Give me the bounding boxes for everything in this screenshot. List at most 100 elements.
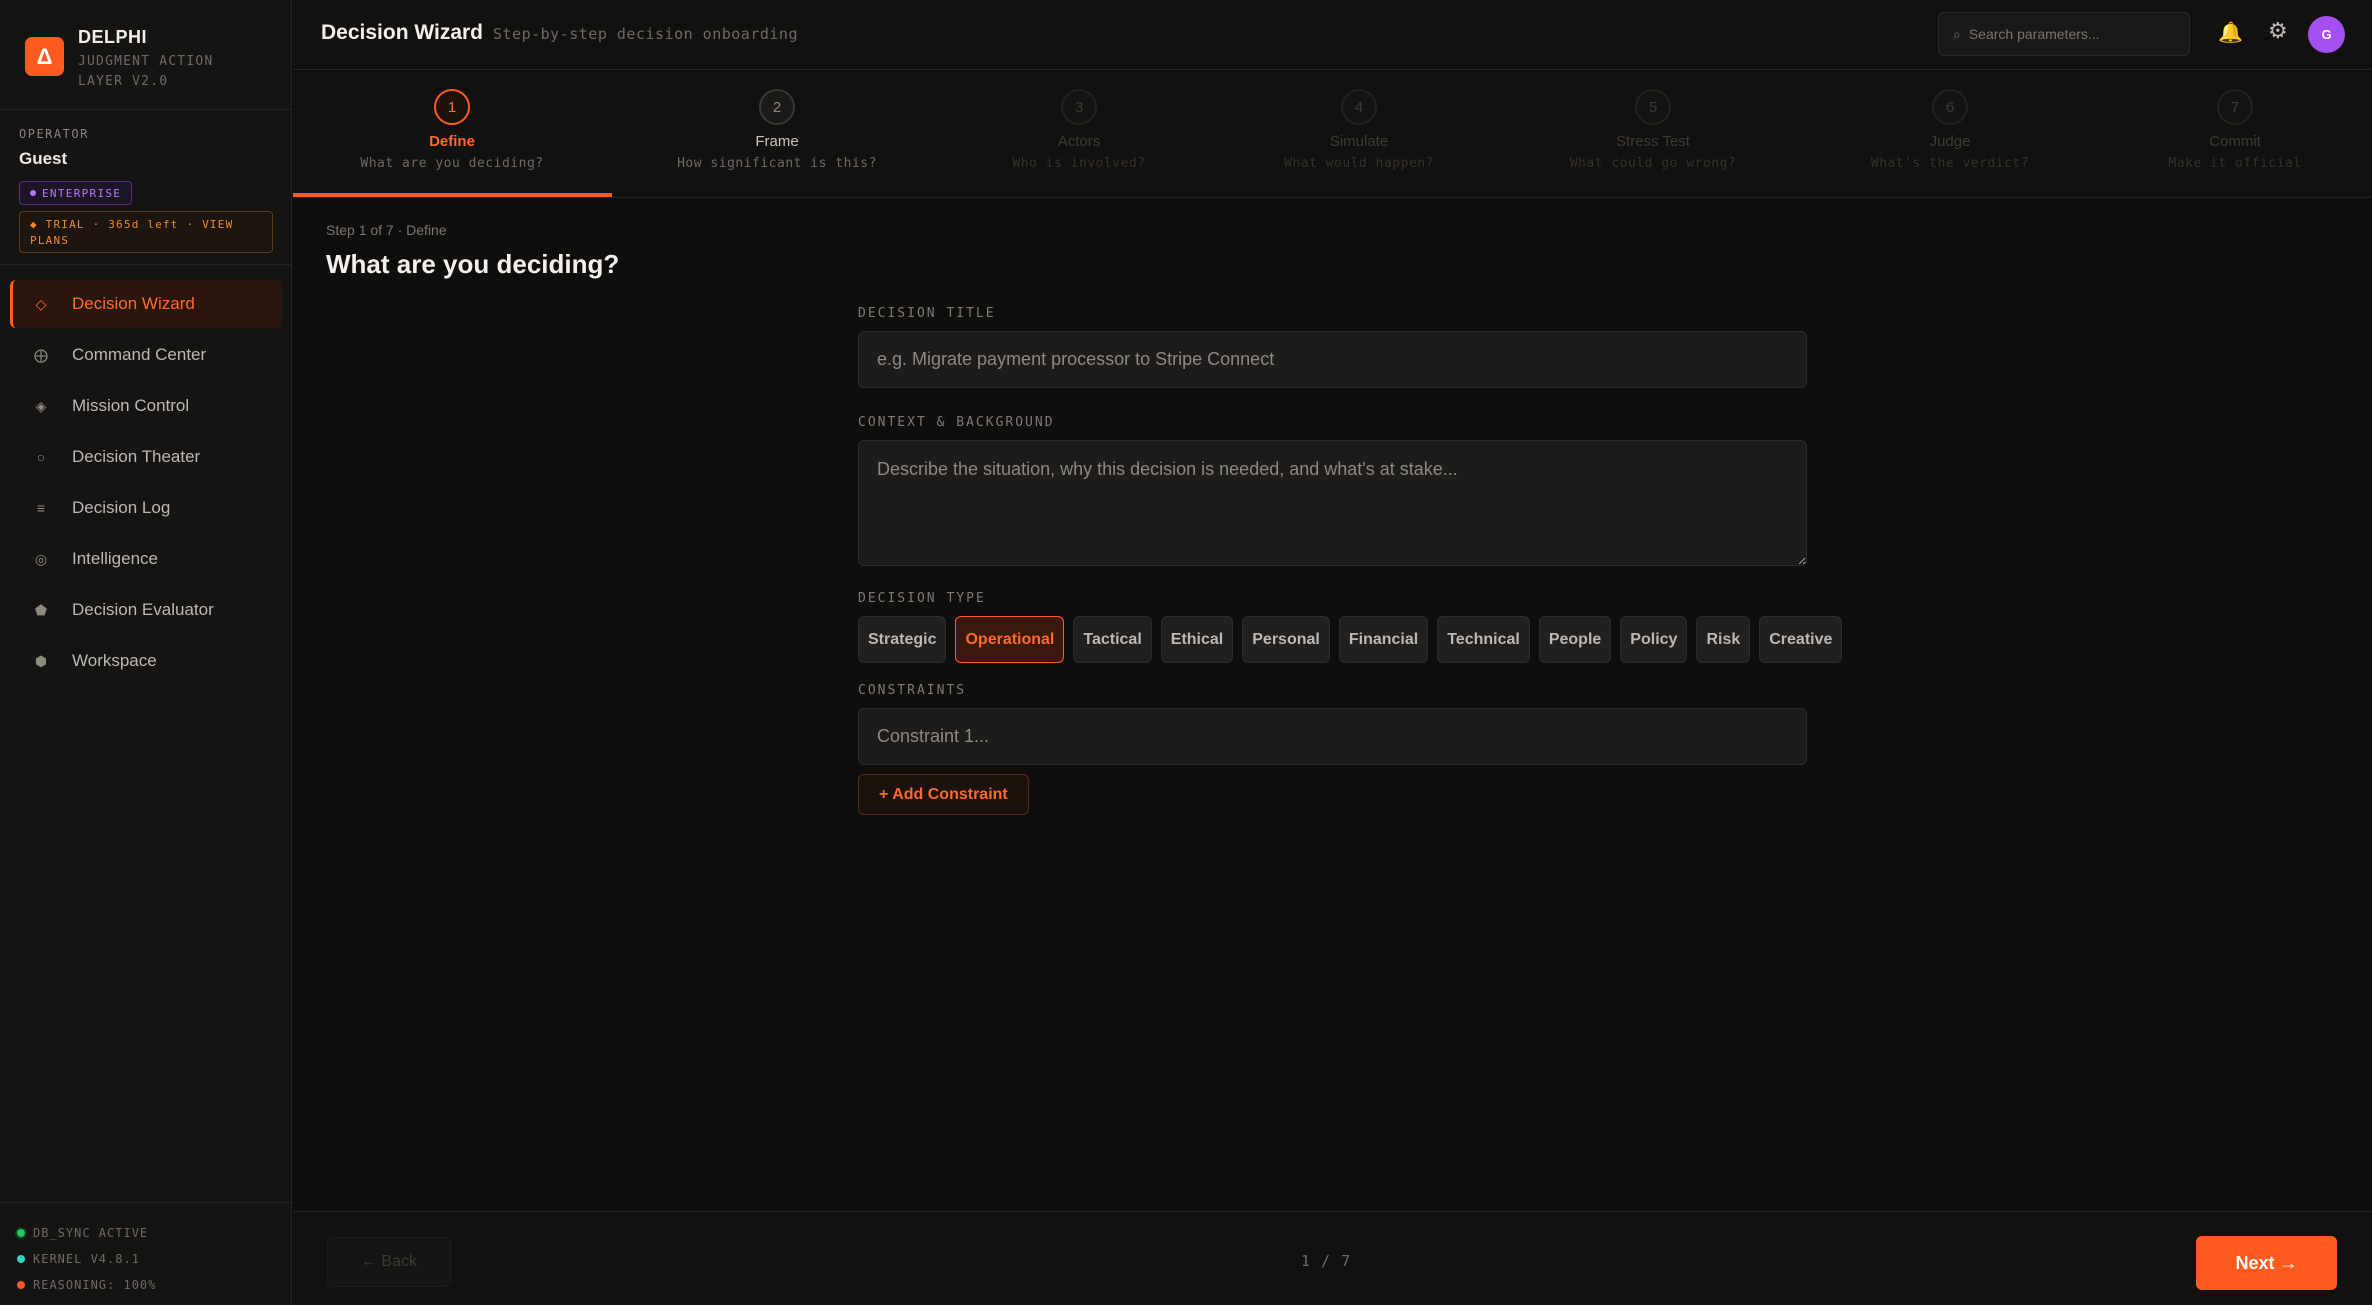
context-label: CONTEXT & BACKGROUND	[858, 415, 1055, 430]
type-chip-ethical[interactable]: Ethical	[1160, 616, 1234, 663]
type-chip-financial[interactable]: Financial	[1338, 616, 1429, 663]
type-chip-creative[interactable]: Creative	[1759, 616, 1843, 663]
step-number: 5	[1635, 89, 1671, 125]
sidebar-item-label: Decision Evaluator	[72, 600, 214, 619]
type-chip-personal[interactable]: Personal	[1242, 616, 1330, 663]
step-sub: Make it official	[2168, 156, 2302, 171]
wizard-footer: ← Back 1 / 7 Next →	[293, 1211, 2372, 1305]
list-icon: ≡	[36, 500, 46, 516]
type-chip-operational[interactable]: Operational	[955, 616, 1065, 663]
search-input[interactable]	[1968, 26, 2179, 42]
step-define[interactable]: 1 Define What are you deciding?	[302, 71, 602, 198]
type-chip-policy[interactable]: Policy	[1620, 616, 1688, 663]
page-header-subtitle: Step-by-step decision onboarding	[493, 25, 798, 43]
sidebar-item-label: Decision Log	[72, 498, 171, 517]
constraint-input[interactable]	[858, 708, 1807, 765]
step-label: Frame	[755, 133, 799, 150]
gear-icon[interactable]: ⚙	[2268, 18, 2288, 44]
status-reasoning: REASONING: 100%	[17, 1272, 292, 1298]
decision-title-input[interactable]	[858, 331, 1807, 388]
plan-badge-label: ENTERPRISE	[42, 186, 122, 200]
step-sub: What could go wrong?	[1569, 156, 1737, 171]
sidebar-item-decision-theater[interactable]: ○ Decision Theater	[10, 433, 282, 481]
bell-icon[interactable]: 🔔	[2218, 20, 2243, 45]
type-chip-risk[interactable]: Risk	[1696, 616, 1751, 663]
brand-name: DELPHI	[78, 27, 148, 47]
sidebar-item-mission-control[interactable]: ◈ Mission Control	[10, 382, 282, 430]
sidebar-nav: ◇ Decision Wizard ⨁ Command Center ◈ Mis…	[10, 280, 282, 688]
plan-badge: ENTERPRISE	[19, 181, 133, 205]
sidebar-item-intelligence[interactable]: ◎ Intelligence	[10, 535, 282, 583]
circle-icon: ○	[36, 449, 46, 465]
step-number: 2	[759, 89, 795, 125]
add-constraint-button[interactable]: + Add Constraint	[858, 774, 1029, 815]
step-sub: What's the verdict?	[1870, 156, 2030, 171]
step-sub: What are you deciding?	[360, 156, 544, 171]
sidebar-item-workspace[interactable]: ⬢ Workspace	[10, 637, 282, 685]
brand-subtitle: JUDGMENT ACTION LAYER V2.0	[78, 54, 214, 89]
define-form: DECISION TITLE CONTEXT & BACKGROUND DECI…	[858, 306, 1843, 815]
step-actors[interactable]: 3 Actors Who is involved?	[929, 71, 1229, 198]
step-commit[interactable]: 7 Commit Make it official	[2085, 71, 2372, 198]
step-number: 7	[2217, 89, 2253, 125]
step-stress-test[interactable]: 5 Stress Test What could go wrong?	[1503, 71, 1803, 198]
step-judge[interactable]: 6 Judge What's the verdict?	[1800, 71, 2100, 198]
sidebar-item-label: Workspace	[72, 651, 157, 670]
sidebar-item-command-center[interactable]: ⨁ Command Center	[10, 331, 282, 379]
step-frame[interactable]: 2 Frame How significant is this?	[627, 71, 927, 198]
operator-panel: OPERATOR Guest ENTERPRISE ◆ TRIAL · 365d…	[0, 110, 292, 265]
step-sub: Who is involved?	[1012, 156, 1146, 171]
page-header-title: Decision Wizard	[321, 21, 484, 44]
type-chip-tactical[interactable]: Tactical	[1073, 616, 1152, 663]
step-label: Simulate	[1329, 133, 1389, 150]
avatar[interactable]: G	[2308, 16, 2345, 53]
context-textarea[interactable]	[858, 440, 1807, 566]
crosshair-icon: ⨁	[34, 346, 48, 363]
sidebar-item-label: Decision Theater	[72, 447, 201, 466]
hexagon-icon: ⬢	[34, 652, 48, 669]
sidebar: Δ DELPHI JUDGMENT ACTION LAYER V2.0 OPER…	[0, 0, 292, 1305]
sidebar-item-label: Decision Wizard	[72, 294, 195, 313]
page-title: What are you deciding?	[326, 249, 620, 279]
constraints-label: CONSTRAINTS	[858, 683, 967, 698]
sidebar-item-label: Mission Control	[72, 396, 190, 415]
status-text: KERNEL V4.8.1	[33, 1252, 140, 1266]
type-chip-people[interactable]: People	[1538, 616, 1612, 663]
next-button[interactable]: Next →	[2196, 1236, 2337, 1290]
search-icon: ⌕	[1953, 25, 1961, 42]
sidebar-item-label: Intelligence	[72, 549, 159, 568]
status-text: REASONING: 100%	[33, 1278, 157, 1292]
pentagon-icon: ⬟	[34, 601, 48, 618]
decision-title-label: DECISION TITLE	[858, 306, 996, 321]
step-pager: 1 / 7	[1301, 1252, 1352, 1270]
system-status: DB_SYNC ACTIVE KERNEL V4.8.1 REASONING: …	[0, 1202, 292, 1305]
status-dot-icon	[17, 1229, 25, 1237]
status-text: DB_SYNC ACTIVE	[33, 1226, 149, 1240]
sidebar-item-decision-log[interactable]: ≡ Decision Log	[10, 484, 282, 532]
status-kernel: KERNEL V4.8.1	[17, 1246, 292, 1272]
status-db-sync: DB_SYNC ACTIVE	[17, 1220, 292, 1246]
decision-type-chips: Strategic Operational Tactical Ethical P…	[858, 616, 1843, 663]
status-dot-icon	[17, 1255, 25, 1263]
type-chip-strategic[interactable]: Strategic	[858, 616, 947, 663]
step-number: 4	[1341, 89, 1377, 125]
step-simulate[interactable]: 4 Simulate What would happen?	[1209, 71, 1509, 198]
brand: Δ DELPHI JUDGMENT ACTION LAYER V2.0	[0, 0, 292, 110]
top-header: Decision Wizard Step-by-step decision on…	[293, 0, 2372, 70]
breadcrumb: Step 1 of 7 · Define	[326, 222, 447, 238]
step-label: Define	[429, 133, 475, 150]
back-button[interactable]: ← Back	[327, 1237, 451, 1287]
step-label: Actors	[1057, 133, 1101, 150]
plan-dot-icon	[30, 190, 36, 196]
step-number: 6	[1932, 89, 1968, 125]
sidebar-item-decision-evaluator[interactable]: ⬟ Decision Evaluator	[10, 586, 282, 634]
step-sub: How significant is this?	[677, 156, 877, 171]
search-box[interactable]: ⌕	[1938, 12, 2190, 56]
type-chip-technical[interactable]: Technical	[1437, 616, 1530, 663]
wizard-stepper: 1 Define What are you deciding? 2 Frame …	[293, 71, 2372, 198]
step-progress-indicator	[293, 193, 612, 197]
trial-banner[interactable]: ◆ TRIAL · 365d left · VIEW PLANS	[19, 211, 273, 253]
status-dot-icon	[17, 1281, 25, 1289]
sidebar-item-label: Command Center	[72, 345, 207, 364]
sidebar-item-decision-wizard[interactable]: ◇ Decision Wizard	[10, 280, 282, 328]
